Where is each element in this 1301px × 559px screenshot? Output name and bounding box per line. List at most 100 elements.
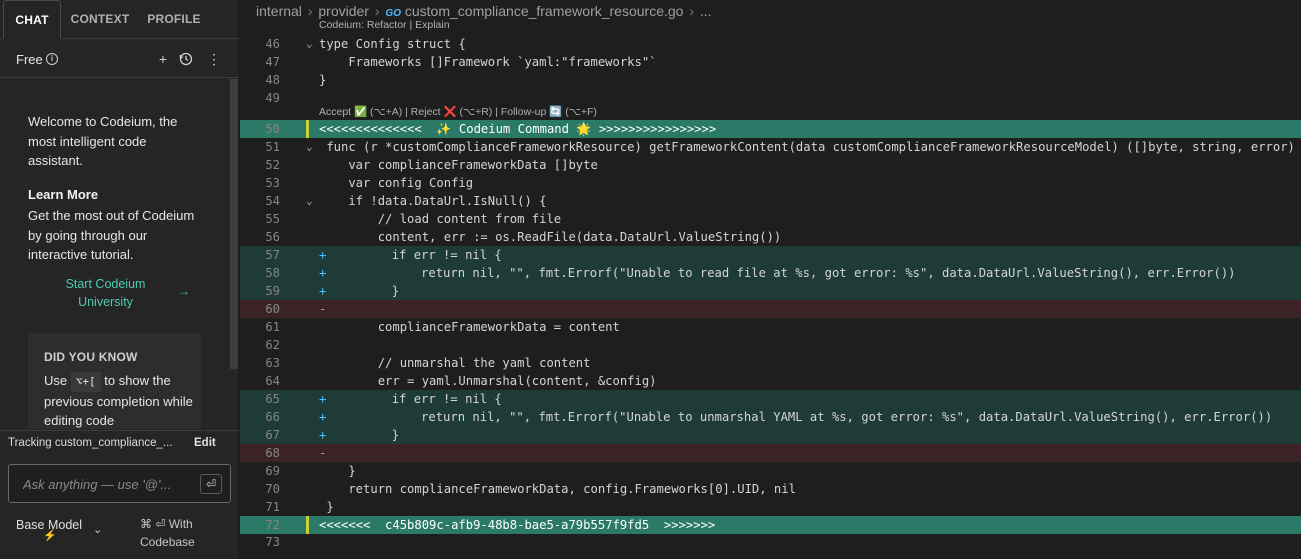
breadcrumb: internal › provider › GO custom_complian… — [256, 3, 712, 19]
fold-chevron-icon[interactable]: ⌄ — [306, 35, 313, 53]
breadcrumb-internal[interactable]: internal — [256, 3, 302, 19]
plus-icon[interactable]: + — [154, 50, 172, 68]
code-line[interactable]: 68 - — [240, 444, 1301, 462]
tab-profile[interactable]: PROFILE — [139, 0, 209, 39]
code-text: if !data.DataUrl.IsNull() { — [319, 194, 547, 208]
history-icon[interactable] — [177, 50, 195, 68]
code-text: content, err := os.ReadFile(data.DataUrl… — [319, 230, 782, 244]
code-text: } — [319, 500, 334, 514]
line-number: 65 — [265, 392, 280, 406]
code-line[interactable]: 51 ⌄ func (r *customComplianceFrameworkRe… — [240, 138, 1301, 156]
line-number: 57 — [265, 248, 280, 262]
code-text: // unmarshal the yaml content — [319, 356, 591, 370]
code-line[interactable]: 67 + } — [240, 426, 1301, 444]
line-number: 64 — [265, 374, 280, 388]
diff-added-sign: + — [319, 284, 327, 298]
code-line[interactable]: 52 var complianceFrameworkData []byte — [240, 156, 1301, 174]
code-text: } — [333, 284, 400, 298]
code-text: var config Config — [319, 176, 474, 190]
code-text: } — [319, 464, 356, 478]
learn-more-body: Get the most out of Codeium by going thr… — [28, 208, 195, 262]
codeium-lens-refactor[interactable]: Codeium: Refactor | Explain — [319, 19, 450, 31]
line-number: 55 — [265, 212, 280, 226]
change-marker-bar — [306, 120, 309, 138]
code-text: <<<<<<<<<<<<<< ✨ Codeium Command 🌟 >>>>>… — [319, 122, 717, 136]
dyk-after: to show the previous completion while ed… — [44, 373, 193, 428]
line-number: 46 — [265, 37, 280, 51]
code-line[interactable]: 71 } — [240, 498, 1301, 516]
send-icon[interactable]: ⏎ — [200, 474, 222, 494]
tab-chat[interactable]: CHAT — [3, 0, 61, 39]
code-line[interactable]: 57 + if err != nil { — [240, 246, 1301, 264]
chat-scrollbar[interactable] — [230, 79, 238, 369]
did-you-know-body: Use ⌥+[ to show the previous completion … — [44, 371, 194, 429]
plan-row: Free i + ⋮ — [0, 40, 239, 78]
line-number: 56 — [265, 230, 280, 244]
code-editor[interactable]: internal › provider › GO custom_complian… — [240, 0, 1301, 559]
info-icon[interactable]: i — [46, 53, 58, 65]
code-line[interactable]: 60 - — [240, 300, 1301, 318]
dyk-before: Use — [44, 373, 68, 388]
breadcrumb-provider[interactable]: provider — [318, 3, 369, 19]
chevron-down-icon[interactable]: ⌄ — [93, 523, 102, 536]
edit-tracking-button[interactable]: Edit — [194, 437, 216, 449]
chat-input-box[interactable]: ⏎ — [8, 464, 231, 503]
code-line[interactable]: 72 <<<<<<< c45b809c-afb9-48b8-bae5-a79b55… — [240, 516, 1301, 534]
line-number: 58 — [265, 266, 280, 280]
code-text: var complianceFrameworkData []byte — [319, 158, 598, 172]
codeium-sidebar: CHAT CONTEXT PROFILE Free i + ⋮ Welcome … — [0, 0, 239, 559]
tab-context[interactable]: CONTEXT — [63, 0, 137, 39]
more-icon[interactable]: ⋮ — [205, 50, 223, 68]
line-number: 51 — [265, 140, 280, 154]
code-line[interactable]: 46 ⌄ type Config struct { — [240, 35, 1301, 53]
diff-added-sign: + — [319, 410, 327, 424]
diff-removed-sign: - — [319, 446, 327, 460]
breadcrumb-separator: › — [689, 3, 695, 19]
code-line[interactable]: 61 complianceFrameworkData = content — [240, 318, 1301, 336]
code-line[interactable]: 53 var config Config — [240, 174, 1301, 192]
code-line[interactable]: 56 content, err := os.ReadFile(data.Data… — [240, 228, 1301, 246]
code-line[interactable]: 64 err = yaml.Unmarshal(content, &config… — [240, 372, 1301, 390]
diff-removed-sign: - — [319, 302, 327, 316]
diff-added-sign: + — [319, 428, 327, 442]
code-text: return nil, "", fmt.Errorf("Unable to re… — [333, 266, 1236, 280]
line-number: 66 — [265, 410, 280, 424]
line-number: 63 — [265, 356, 280, 370]
code-line[interactable]: 54 ⌄ if !data.DataUrl.IsNull() { — [240, 192, 1301, 210]
breadcrumb-symbol[interactable]: ... — [700, 3, 712, 19]
code-line[interactable]: 47 Frameworks []Framework `yaml:"framewo… — [240, 53, 1301, 71]
code-line[interactable]: 59 + } — [240, 282, 1301, 300]
code-line[interactable]: 50 <<<<<<<<<<<<<< ✨ Codeium Command 🌟 >>>… — [240, 120, 1301, 138]
code-line[interactable]: 63 // unmarshal the yaml content — [240, 354, 1301, 372]
breadcrumb-separator: › — [374, 3, 380, 19]
go-file-icon: GO — [385, 8, 401, 19]
chat-panel: Welcome to Codeium, the most intelligent… — [0, 79, 229, 429]
arrow-right-icon[interactable]: → — [178, 284, 190, 298]
bolt-icon: ⚡ — [43, 530, 57, 542]
fold-chevron-icon[interactable]: ⌄ — [306, 138, 313, 156]
code-line[interactable]: 73 — [240, 533, 1301, 551]
with-codebase-button[interactable]: ⌘ ⏎ With Codebase — [140, 515, 210, 551]
plan-label: Free — [16, 52, 43, 67]
code-text: return nil, "", fmt.Errorf("Unable to un… — [333, 410, 1273, 424]
code-line[interactable]: 66 + return nil, "", fmt.Errorf("Unable t… — [240, 408, 1301, 426]
start-university-link[interactable]: Start Codeium University — [48, 275, 163, 311]
code-text: if err != nil { — [333, 248, 502, 262]
diff-added-sign: + — [319, 266, 327, 280]
code-line[interactable]: 65 + if err != nil { — [240, 390, 1301, 408]
line-number: 49 — [265, 91, 280, 105]
code-line[interactable]: 70 return complianceFrameworkData, confi… — [240, 480, 1301, 498]
code-line[interactable]: 55 // load content from file — [240, 210, 1301, 228]
breadcrumb-file[interactable]: custom_compliance_framework_resource.go — [405, 3, 684, 19]
code-line[interactable]: 49 — [240, 89, 1301, 107]
code-line[interactable]: 62 — [240, 336, 1301, 354]
chat-input[interactable] — [23, 475, 183, 493]
welcome-text: Welcome to Codeium, the most intelligent… — [28, 114, 178, 168]
line-number: 70 — [265, 482, 280, 496]
code-line[interactable]: 48} — [240, 71, 1301, 89]
code-line[interactable]: 69 } — [240, 462, 1301, 480]
fold-chevron-icon[interactable]: ⌄ — [306, 192, 313, 210]
code-text: } — [333, 428, 400, 442]
line-number: 50 — [265, 122, 280, 136]
code-line[interactable]: 58 + return nil, "", fmt.Errorf("Unable t… — [240, 264, 1301, 282]
